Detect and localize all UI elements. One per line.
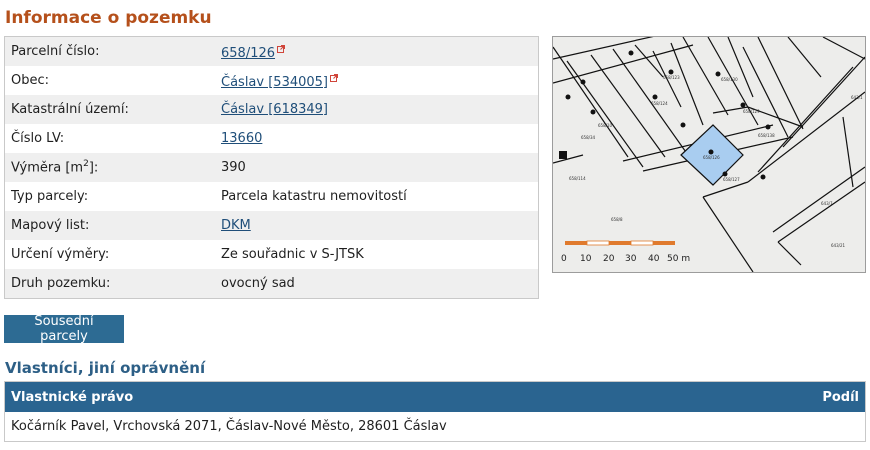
external-link-icon[interactable] — [330, 71, 338, 86]
row-label: Číslo LV: — [11, 131, 65, 146]
row-urceni-vymery: Určení výměry: Ze souřadnic v S-JTSK — [5, 240, 538, 269]
svg-text:643/21: 643/21 — [831, 243, 846, 248]
scale-label: 40 — [648, 254, 660, 264]
cadastral-map[interactable]: 658/126 658/127 658/138 658/124 658/123 … — [552, 36, 866, 273]
row-label: Mapový list: — [11, 218, 90, 233]
svg-text:658/8: 658/8 — [611, 217, 623, 222]
cadastral-map-svg: 658/126 658/127 658/138 658/124 658/123 … — [553, 37, 865, 272]
svg-text:658/127: 658/127 — [723, 177, 740, 182]
row-parcelni-cislo: Parcelní číslo: 658/126 — [5, 37, 538, 66]
owners-section-title: Vlastníci, jiní oprávnění — [5, 359, 206, 377]
svg-text:658/34: 658/34 — [581, 135, 596, 140]
municipality-link[interactable]: Čáslav [534005] — [221, 75, 328, 90]
row-katastralni-uzemi: Katastrální území: Čáslav [618349] — [5, 95, 538, 124]
row-label: Typ parcely: — [11, 189, 89, 204]
parcel-info-table: Parcelní číslo: 658/126 Obec: Čáslav [53… — [4, 36, 539, 299]
svg-text:658/114: 658/114 — [569, 176, 586, 181]
scale-label: 30 — [625, 254, 637, 264]
row-label: Katastrální území: — [11, 102, 129, 117]
land-type-value: ovocný sad — [221, 276, 295, 291]
row-cislo-lv: Číslo LV: 13660 — [5, 124, 538, 153]
svg-text:658/138: 658/138 — [758, 133, 775, 138]
header-share: Podíl — [822, 389, 859, 405]
header-ownership: Vlastnické právo — [11, 389, 134, 405]
neighbor-parcels-button[interactable]: Sousední parcely — [4, 314, 124, 344]
scale-label: 20 — [603, 254, 615, 264]
map-sheet-link[interactable]: DKM — [221, 218, 251, 233]
row-label: Obec: — [11, 73, 50, 88]
scale-label: 50 m — [667, 254, 690, 264]
svg-text:643/7: 643/7 — [821, 201, 833, 206]
parcel-type-value: Parcela katastru nemovitostí — [221, 189, 407, 204]
page-title: Informace o pozemku — [5, 8, 212, 28]
owners-table-header: Vlastnické právo Podíl — [5, 382, 865, 412]
svg-text:658/123: 658/123 — [663, 75, 680, 80]
external-link-icon[interactable] — [277, 42, 286, 57]
row-druh-pozemku: Druh pozemku: ovocný sad — [5, 269, 538, 298]
row-obec: Obec: Čáslav [534005] — [5, 66, 538, 95]
row-label: Parcelní číslo: — [11, 44, 100, 59]
row-mapovy-list: Mapový list: DKM — [5, 211, 538, 240]
svg-text:658/124: 658/124 — [651, 101, 668, 106]
row-vymera: Výměra [m2]: 390 — [5, 153, 538, 182]
area-value: 390 — [221, 160, 246, 175]
scale-label: 10 — [580, 254, 592, 264]
cadastral-area-link[interactable]: Čáslav [618349] — [221, 102, 328, 117]
area-method-value: Ze souřadnic v S-JTSK — [221, 247, 364, 262]
owners-table: Vlastnické právo Podíl Kočárník Pavel, V… — [4, 381, 866, 442]
owner-row: Kočárník Pavel, Vrchovská 2071, Čáslav-N… — [5, 412, 865, 441]
svg-text:658/126: 658/126 — [703, 155, 720, 160]
svg-text:643/1: 643/1 — [851, 95, 863, 100]
svg-text:658/129: 658/129 — [743, 109, 760, 114]
row-label: Určení výměry: — [11, 247, 110, 262]
lv-number-link[interactable]: 13660 — [221, 131, 262, 146]
parcel-number-link[interactable]: 658/126 — [221, 46, 275, 61]
svg-text:658/130: 658/130 — [721, 77, 738, 82]
row-label: Druh pozemku: — [11, 276, 111, 291]
row-typ-parcely: Typ parcely: Parcela katastru nemovitost… — [5, 182, 538, 211]
scale-label: 0 — [561, 254, 567, 264]
svg-text:658/10: 658/10 — [598, 123, 613, 128]
row-label: Výměra [m2]: — [11, 159, 99, 176]
